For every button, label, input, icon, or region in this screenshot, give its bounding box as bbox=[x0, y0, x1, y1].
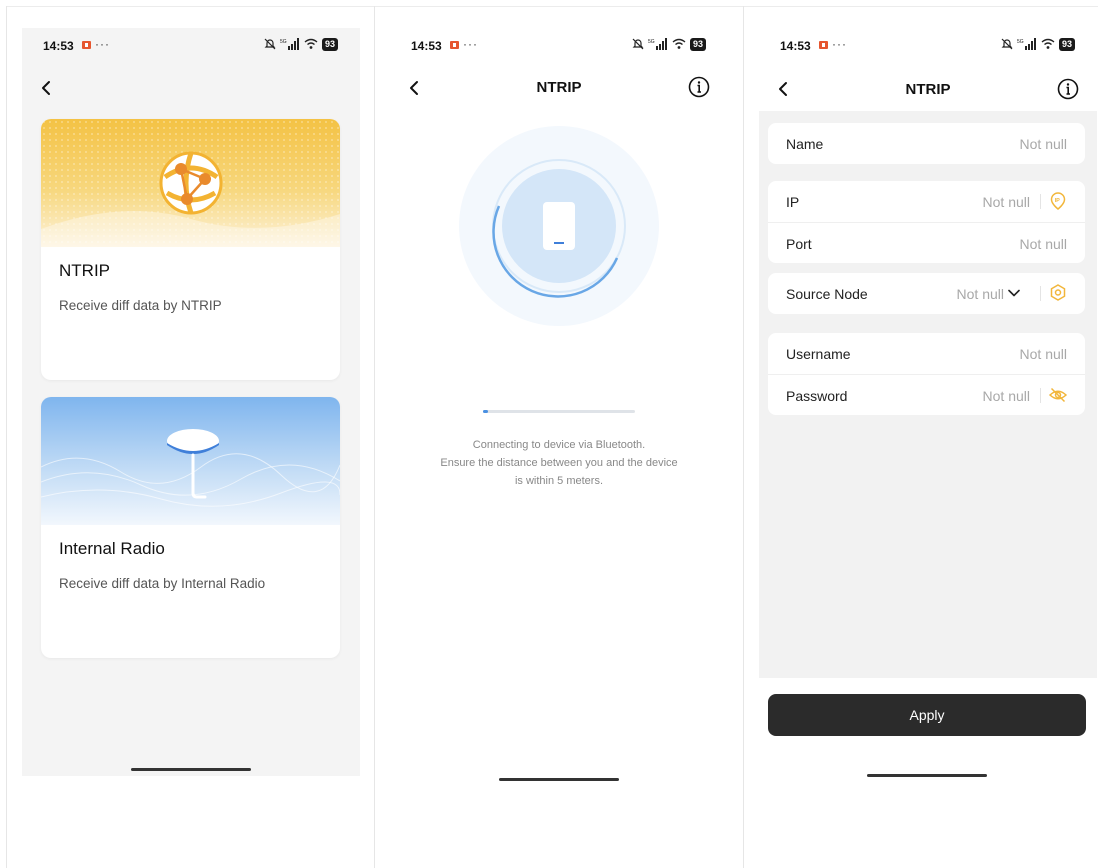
status-icons: 5G 93 bbox=[632, 37, 706, 51]
port-field[interactable]: Port Not null bbox=[768, 222, 1085, 263]
battery-icon: 93 bbox=[1058, 37, 1075, 51]
field-label: Password bbox=[786, 388, 848, 404]
field-label: Username bbox=[786, 346, 851, 362]
page-title: NTRIP bbox=[905, 81, 951, 98]
wifi-icon bbox=[672, 38, 686, 49]
panel-divider bbox=[374, 6, 375, 868]
wifi-icon bbox=[1041, 38, 1055, 49]
divider bbox=[1040, 194, 1041, 209]
username-input[interactable]: Not null bbox=[1020, 346, 1067, 362]
ip-field[interactable]: IP Not null IP bbox=[768, 181, 1085, 222]
password-field[interactable]: Password Not null bbox=[768, 374, 1085, 415]
card-description: Receive diff data by NTRIP bbox=[59, 298, 222, 313]
panel-divider bbox=[6, 6, 7, 868]
password-input[interactable]: Not null bbox=[983, 388, 1030, 404]
card-title: Internal Radio bbox=[59, 539, 165, 558]
screen-bluetooth-connecting: 14:53 ··· 5G 93 NTRIP Connecting to devi… bbox=[390, 28, 728, 788]
mute-icon bbox=[264, 38, 276, 50]
card-description: Receive diff data by Internal Radio bbox=[59, 576, 266, 591]
signal-icon: 5G bbox=[1017, 38, 1036, 50]
ip-location-icon[interactable]: IP bbox=[1048, 191, 1068, 211]
connection-progress-bar bbox=[483, 410, 635, 413]
home-indicator[interactable] bbox=[131, 768, 251, 771]
bluetooth-device-illustration bbox=[459, 126, 659, 326]
ip-input[interactable]: Not null bbox=[983, 194, 1030, 210]
status-icons: 5G 93 bbox=[264, 37, 338, 51]
card-title: NTRIP bbox=[59, 261, 110, 280]
mute-icon bbox=[632, 38, 644, 50]
status-time: 14:53 bbox=[780, 39, 811, 53]
name-group: Name Not null bbox=[768, 123, 1085, 164]
divider bbox=[1040, 286, 1041, 301]
home-indicator[interactable] bbox=[499, 778, 619, 781]
home-indicator[interactable] bbox=[867, 774, 987, 777]
record-icon bbox=[82, 41, 91, 49]
panel-divider bbox=[743, 6, 744, 868]
divider bbox=[1040, 388, 1041, 403]
field-label: IP bbox=[786, 194, 800, 210]
source-node-field[interactable]: Source Node Not null bbox=[768, 273, 1085, 314]
name-input[interactable]: Not null bbox=[1020, 136, 1067, 152]
svg-text:5G: 5G bbox=[1017, 39, 1024, 45]
back-arrow-icon[interactable] bbox=[36, 78, 56, 98]
record-icon bbox=[450, 41, 459, 49]
port-input[interactable]: Not null bbox=[1020, 236, 1067, 252]
wifi-icon bbox=[304, 38, 318, 49]
more-notifications-icon: ··· bbox=[463, 37, 478, 51]
top-divider bbox=[6, 6, 1098, 7]
network-globe-icon bbox=[159, 151, 223, 215]
credentials-group: Username Not null Password Not null bbox=[768, 333, 1085, 415]
source-node-select[interactable]: Not null bbox=[957, 286, 1004, 302]
connection-message: Connecting to device via Bluetooth. Ensu… bbox=[410, 436, 708, 490]
message-line: is within 5 meters. bbox=[514, 475, 604, 487]
ip-port-group: IP Not null IP Port Not null bbox=[768, 181, 1085, 263]
screen-diff-source: 14:53 ··· 5G 93 NTRIP Receive diff data … bbox=[22, 28, 360, 776]
progress-fill bbox=[483, 410, 488, 413]
internal-radio-card[interactable]: Internal Radio Receive diff data by Inte… bbox=[41, 397, 340, 658]
svg-text:5G: 5G bbox=[280, 39, 287, 45]
status-icons: 5G 93 bbox=[1001, 37, 1075, 51]
radio-antenna-icon bbox=[167, 429, 219, 499]
info-icon[interactable] bbox=[1057, 78, 1079, 100]
status-bar: 14:53 ··· 5G 93 bbox=[22, 28, 360, 60]
username-field[interactable]: Username Not null bbox=[768, 333, 1085, 374]
screen-ntrip-form: 14:53 ··· 5G 93 NTRIP Name Not null IP N… bbox=[759, 28, 1097, 788]
more-notifications-icon: ··· bbox=[95, 37, 110, 51]
svg-text:IP: IP bbox=[1055, 198, 1061, 204]
mute-icon bbox=[1001, 38, 1013, 50]
status-time: 14:53 bbox=[411, 39, 442, 53]
field-label: Name bbox=[786, 136, 824, 152]
signal-icon: 5G bbox=[280, 38, 299, 50]
status-bar: 14:53 ··· 5G 93 bbox=[759, 28, 1097, 60]
battery-icon: 93 bbox=[689, 37, 706, 51]
apply-button[interactable]: Apply bbox=[768, 694, 1086, 736]
more-notifications-icon: ··· bbox=[832, 37, 847, 51]
source-node-fetch-icon[interactable] bbox=[1048, 283, 1068, 303]
source-node-group: Source Node Not null bbox=[768, 273, 1085, 314]
svg-text:5G: 5G bbox=[648, 39, 655, 45]
chevron-down-icon[interactable] bbox=[1007, 286, 1021, 300]
field-label: Port bbox=[786, 236, 812, 252]
signal-icon: 5G bbox=[648, 38, 667, 50]
field-label: Source Node bbox=[786, 286, 868, 302]
status-bar: 14:53 ··· 5G 93 bbox=[390, 28, 728, 60]
record-icon bbox=[819, 41, 828, 49]
status-time: 14:53 bbox=[43, 39, 74, 53]
message-line: Connecting to device via Bluetooth. bbox=[472, 439, 646, 451]
name-field[interactable]: Name Not null bbox=[768, 123, 1085, 164]
info-icon[interactable] bbox=[688, 76, 710, 98]
message-line: Ensure the distance between you and the … bbox=[440, 457, 678, 469]
page-title: NTRIP bbox=[536, 79, 582, 96]
battery-icon: 93 bbox=[321, 37, 338, 51]
eye-hidden-icon[interactable] bbox=[1048, 385, 1068, 405]
ntrip-card[interactable]: NTRIP Receive diff data by NTRIP bbox=[41, 119, 340, 380]
